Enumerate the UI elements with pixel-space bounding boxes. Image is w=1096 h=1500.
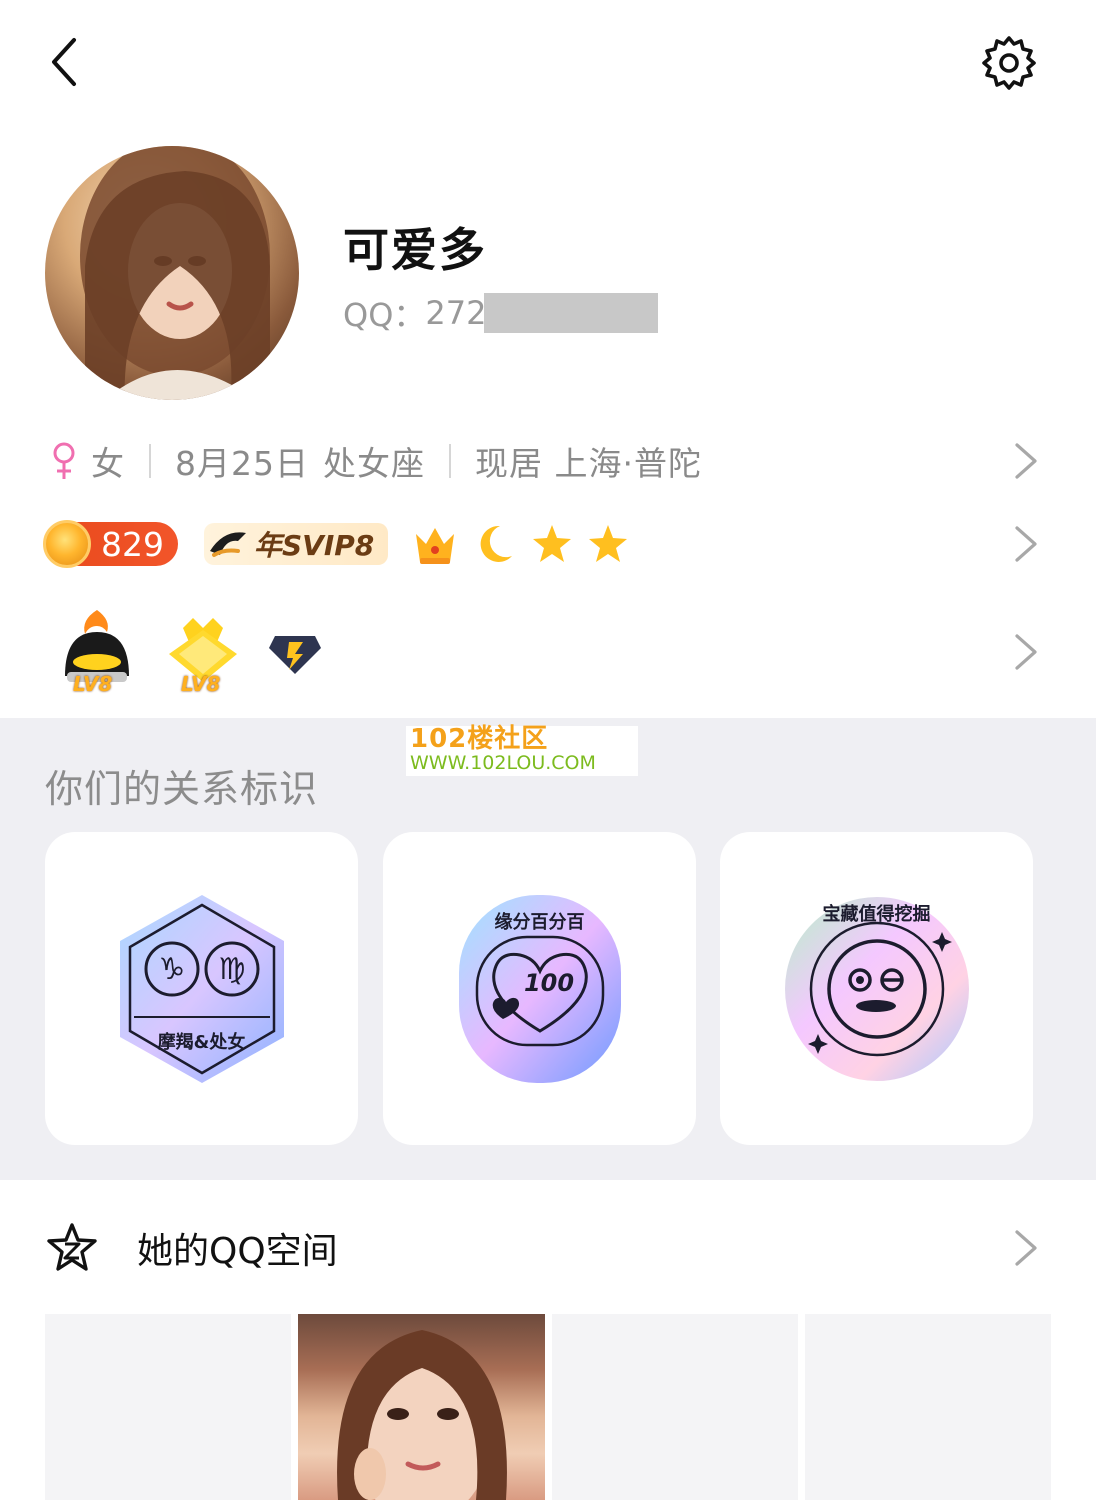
star-icon	[589, 525, 628, 562]
basic-info-row[interactable]: 女 8月25日 处女座 现居 上海·普陀	[45, 438, 1051, 484]
gear-icon	[982, 36, 1036, 90]
fate-badge-label: 缘分百分百	[494, 912, 585, 933]
qzone-thumbnail[interactable]	[804, 1314, 1051, 1500]
coin-count: 829	[101, 524, 164, 564]
penguin-wing-icon	[210, 532, 246, 557]
relationship-card-treasure[interactable]: 宝藏值得挖掘	[720, 832, 1033, 1145]
avatar-portrait	[80, 146, 270, 400]
treasure-badge-label: 宝藏值得挖掘	[822, 904, 931, 925]
qzone-star-icon	[47, 1223, 97, 1271]
settings-button[interactable]	[980, 34, 1038, 92]
coin-icon	[43, 520, 91, 568]
chevron-right-icon	[1015, 1230, 1037, 1266]
chevron-right-icon	[1015, 443, 1037, 479]
zodiac-hexagon-badge-icon: ♑ ♍	[119, 894, 284, 1083]
profile-page: 可爱多 QQ： 272 女 8月25日 处女座 现居 上海·普陀 829 年SV…	[0, 0, 1096, 1500]
coin-badge: 829	[43, 520, 178, 568]
crown-icon	[416, 528, 455, 564]
svip-label: 年SVIP8	[254, 529, 375, 562]
watermark: 102楼社区 WWW.102LOU.COM	[406, 726, 638, 776]
qzone-thumbnail[interactable]	[551, 1314, 798, 1500]
chevron-left-icon	[52, 38, 76, 86]
chevron-right-icon	[1015, 526, 1037, 562]
back-button[interactable]	[40, 34, 96, 90]
chevron-right-icon	[1015, 634, 1037, 670]
relationship-card-fate[interactable]: 100 缘分百分百	[383, 832, 696, 1145]
qq-label: QQ：	[343, 296, 426, 334]
location-text: 现居 上海·普陀	[475, 444, 702, 483]
zodiac-text: 处女座	[323, 444, 425, 483]
watermark-line1: 102楼社区	[410, 724, 549, 754]
gender-text: 女	[91, 444, 125, 483]
qq-number: QQ： 272	[343, 290, 659, 336]
nickname: 可爱多	[343, 223, 487, 277]
qzone-thumbnails	[45, 1314, 1051, 1500]
divider	[149, 444, 151, 478]
qq-digits: 272	[425, 294, 487, 332]
fate-number: 100	[523, 969, 573, 997]
level-text: LV8	[181, 672, 221, 696]
zodiac-badge-label: 摩羯&处女	[157, 1032, 246, 1053]
moon-icon	[480, 525, 513, 562]
divider	[449, 444, 451, 478]
avatar[interactable]	[45, 146, 299, 400]
qzone-thumbnail-photo[interactable]	[298, 1314, 545, 1500]
portrait-photo	[337, 1330, 508, 1500]
relationship-card-zodiac[interactable]: ♑ ♍ 摩羯&处女	[45, 832, 358, 1145]
level-badge-crown: LV8	[163, 606, 243, 698]
vip-row[interactable]: 829 年SVIP8	[43, 518, 1051, 570]
level-badges-row[interactable]: LV8 LV8	[45, 606, 1051, 698]
svip-badge: 年SVIP8	[204, 523, 389, 565]
svg-text:♍: ♍	[218, 952, 245, 987]
qzone-row[interactable]: 她的QQ空间	[45, 1220, 1051, 1276]
birthday-text: 8月25日	[175, 444, 309, 483]
star-icon	[533, 525, 572, 562]
female-icon	[53, 442, 75, 479]
diamond-badge-icon	[269, 636, 321, 674]
level-text: LV8	[73, 672, 113, 696]
qzone-thumbnail[interactable]	[45, 1314, 292, 1500]
watermark-line2: WWW.102LOU.COM	[410, 752, 596, 774]
relationship-section: 102楼社区 WWW.102LOU.COM 你们的关系标识 ♑ ♍ 摩羯&处女 …	[0, 718, 1096, 1180]
qq-redaction	[484, 293, 659, 333]
relationship-title: 你们的关系标识	[45, 767, 319, 811]
level-badge-fire: LV8	[57, 606, 137, 698]
svg-text:♑: ♑	[158, 952, 185, 987]
qzone-title: 她的QQ空间	[137, 1231, 338, 1272]
